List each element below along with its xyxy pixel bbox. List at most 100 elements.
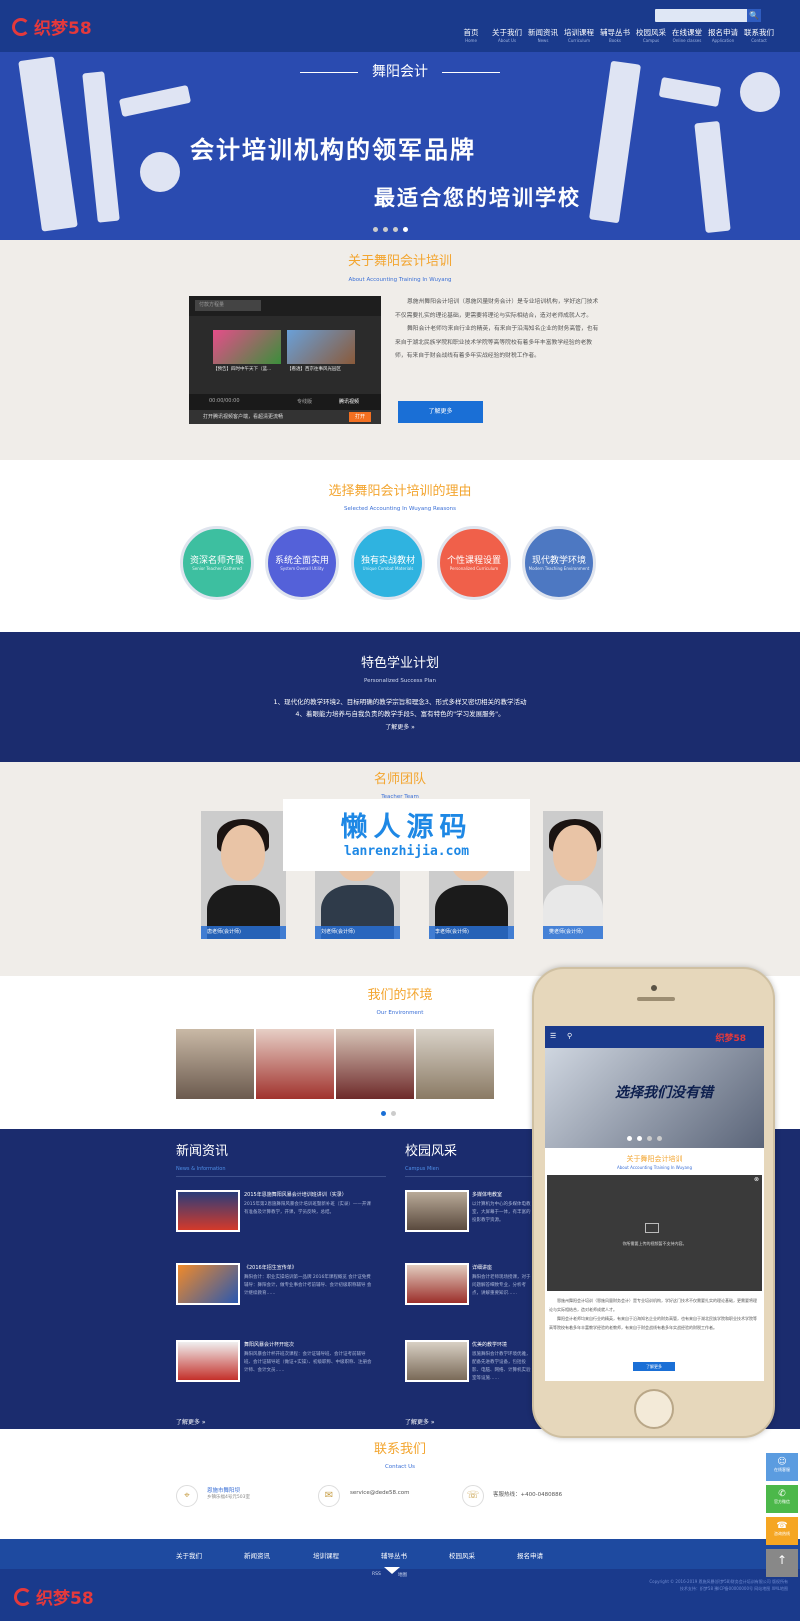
news-item-title[interactable]: 2015年恩施舞阳风暴会计培训班讲训（实录） (244, 1191, 374, 1198)
env-dot[interactable] (391, 1111, 396, 1116)
environment-photo[interactable] (176, 1029, 254, 1099)
nav-contact[interactable]: 联系我们 Contact (741, 28, 777, 43)
banner-dot[interactable] (373, 227, 378, 232)
search-icon[interactable]: ⚲ (567, 1032, 572, 1040)
banner-dot[interactable] (383, 227, 388, 232)
sitemap-link[interactable]: 地图 (398, 1572, 407, 1578)
campus-subtitle: Campus Mien (405, 1166, 439, 1172)
teacher-card[interactable]: 樊老师(会计师) (543, 811, 603, 939)
online-service-icon[interactable]: ☺ 在线客服 (766, 1453, 798, 1481)
menu-icon[interactable]: ☰ (550, 1032, 556, 1040)
reason-title: 独有实战教材 (360, 556, 415, 566)
nav-news[interactable]: 新闻资讯 News (525, 28, 561, 43)
phone-banner[interactable]: 选择我们没有错 (545, 1048, 764, 1148)
news-item-desc: 舞阳风暴会计杯开班次课程：会计证辅导班、会计证考前辅导班、会计证辅导班（做证+实… (244, 1352, 372, 1373)
reason-title: 现代教学环境 (531, 556, 586, 566)
footer-link[interactable]: 关于我们 (176, 1550, 202, 1560)
reason-title: 系统全面实用 (274, 556, 329, 566)
campus-item-title[interactable]: 详细讲座 (472, 1264, 532, 1271)
footer-link[interactable]: 培训课程 (313, 1550, 339, 1560)
phone-video[interactable]: ⊗ 你所需要上传的视频暂不支持内容。 (547, 1175, 762, 1291)
contact-subtitle: Contact Us (384, 1464, 416, 1470)
environment-photo[interactable] (256, 1029, 334, 1099)
reason-circle[interactable]: 现代教学环境 Modern Teaching Environment (522, 526, 596, 600)
campus-item-title[interactable]: 多媒体电教室 (472, 1191, 532, 1198)
reason-subtitle: Personalized Curriculum (449, 566, 499, 571)
reason-circle[interactable]: 个性课程设置 Personalized Curriculum (437, 526, 511, 600)
campus-thumb[interactable] (405, 1190, 469, 1232)
environment-photo[interactable] (416, 1029, 494, 1099)
banner-dot-active[interactable] (403, 227, 408, 232)
plugin-icon (645, 1223, 659, 1233)
campus-thumb[interactable] (405, 1263, 469, 1305)
contact-email[interactable]: service@dede58.com (350, 1490, 409, 1496)
tencent-video-button[interactable]: 腾讯视频 (339, 398, 359, 405)
search-input[interactable]: 🔍 (655, 9, 761, 22)
footer-link[interactable]: 新闻资讯 (244, 1550, 270, 1560)
video-caption: 【预告】四时中午天下（蓝... (213, 367, 272, 372)
video-controls[interactable]: 00:00/00:00 专线版 腾讯视频 (189, 394, 381, 410)
phone-more-button[interactable]: 了解更多 (633, 1362, 675, 1371)
environment-photo[interactable] (336, 1029, 414, 1099)
video-thumb[interactable] (213, 330, 281, 364)
home-button[interactable] (634, 1389, 674, 1429)
env-dot[interactable] (381, 1111, 386, 1116)
banner-headline: 会计培训机构的领军品牌 (190, 136, 476, 164)
video-player[interactable]: 付款方程量 【预告】四时中午天下（蓝... 【看透】西京往事风光园区 00:00… (189, 296, 381, 424)
news-thumb[interactable] (176, 1340, 240, 1382)
open-app-button[interactable]: 打开 (349, 412, 371, 422)
campus-title: 校园风采 (405, 1144, 458, 1159)
nav-courses[interactable]: 培训课程 Curriculum (561, 28, 597, 43)
campus-thumb[interactable] (405, 1340, 469, 1382)
banner-dot[interactable] (393, 227, 398, 232)
search-icon[interactable]: 🔍 (747, 9, 761, 22)
hotline-icon[interactable]: ☎ 咨询热线 (766, 1517, 798, 1545)
reason-subtitle: System Overall Utility (280, 566, 324, 571)
nav-apply[interactable]: 报名申请 Application (705, 28, 741, 43)
nav-online[interactable]: 在线课堂 Online classes (669, 28, 705, 43)
phone-screen: ☰ ⚲ 织梦58 选择我们没有错 关于舞阳会计培训 About Accounti… (545, 1026, 764, 1381)
footer-link[interactable]: 校园风采 (449, 1550, 475, 1560)
plan-more-link[interactable]: 了解更多 » (0, 722, 800, 731)
site-logo[interactable]: 织梦58 (12, 14, 92, 39)
speaker-grille (637, 997, 675, 1001)
news-item-title[interactable]: 舞阳风暴会计杯开班次 (244, 1341, 374, 1348)
news-item-desc: 2015年第2恩施舞阳风暴会计培训班暨新补班（实录）——开课有准备及计算教学，开… (244, 1202, 371, 1215)
news-item-title[interactable]: 《2016年招生宣传单》 (244, 1264, 374, 1271)
about-more-button[interactable]: 了解更多 (398, 401, 483, 423)
contact-title: 联系我们 (373, 1442, 426, 1457)
phone-about-subtitle: About Accounting Training In Wuyang (617, 1165, 692, 1170)
footer-link[interactable]: 报名申请 (517, 1550, 543, 1560)
footer-link[interactable]: 辅导丛书 (381, 1550, 407, 1560)
wechat-icon[interactable]: ✆ 官方微信 (766, 1485, 798, 1513)
phone-logo[interactable]: 织梦58 (715, 1031, 746, 1044)
footer-nav: 关于我们 新闻资讯 培训课程 辅导丛书 校园风采 报名申请 (0, 1539, 800, 1569)
nav-books[interactable]: 辅导丛书 Books (597, 28, 633, 43)
campus-item-title[interactable]: 优美的教学环境 (472, 1341, 532, 1348)
close-icon[interactable]: ⊗ (754, 1176, 759, 1183)
news-thumb[interactable] (176, 1190, 240, 1232)
contact-phone: 客服热线：+400-0480886 (493, 1492, 563, 1498)
video-promo: 打开腾讯视频客户端，看超清更流畅 打开 (189, 410, 381, 424)
reason-circle[interactable]: 系统全面实用 System Overall Utility (265, 526, 339, 600)
location-icon: ⌖ (176, 1485, 198, 1507)
video-search[interactable]: 付款方程量 (195, 300, 261, 311)
reason-circle[interactable]: 资深名师齐聚 Senior Teacher Gathered (180, 526, 254, 600)
reasons-title: 选择舞阳会计培训的理由 (328, 484, 472, 499)
footer-logo[interactable]: 织梦58 (14, 1584, 94, 1609)
nav-about[interactable]: 关于我们 About Us (489, 28, 525, 43)
plan-text: 1、现代化的教学环境2、目标明确的教学宗旨和理念3、形式多样又密切相关的教学活动… (273, 698, 527, 718)
nav-campus[interactable]: 校园风采 Campus (633, 28, 669, 43)
reason-circle[interactable]: 独有实战教材 Unique Combat Materials (351, 526, 425, 600)
email-icon: ✉ (318, 1485, 340, 1507)
teacher-card[interactable]: 唐老师(会计师) (201, 811, 286, 939)
reasons-subtitle: Selected Accounting In Wuyang Reasons (344, 506, 456, 512)
hero-banner[interactable]: 舞阳会计 会计培训机构的领军品牌 最适合您的培训学校 (0, 52, 800, 240)
video-thumb[interactable] (287, 330, 355, 364)
rss-link[interactable]: RSS (372, 1572, 381, 1577)
campus-more-link[interactable]: 了解更多 » (405, 1417, 435, 1426)
back-to-top-icon[interactable]: ↑ (766, 1549, 798, 1577)
news-thumb[interactable] (176, 1263, 240, 1305)
news-more-link[interactable]: 了解更多 » (176, 1417, 206, 1426)
nav-home[interactable]: 首页 Home (453, 28, 489, 43)
